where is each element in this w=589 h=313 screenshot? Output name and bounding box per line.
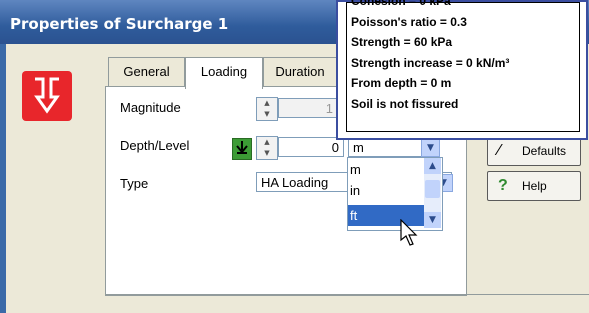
panel-border bbox=[105, 294, 589, 295]
unit-dropdown-list: m in ft ▲ ▼ bbox=[347, 157, 443, 231]
tooltip-line: Soil is not fissured bbox=[351, 96, 459, 111]
help-question-icon: ? bbox=[498, 177, 508, 194]
depth-spinner[interactable]: ▲ ▼ bbox=[256, 136, 278, 160]
tab-duration[interactable]: Duration bbox=[263, 57, 337, 86]
spin-up-icon: ▲ bbox=[264, 99, 270, 107]
soil-properties-tooltip: Cohesion = 0 kPa Poisson's ratio = 0.3 S… bbox=[336, 0, 588, 140]
scroll-up-icon[interactable]: ▲ bbox=[424, 158, 441, 174]
scroll-down-icon[interactable]: ▼ bbox=[424, 212, 441, 228]
type-value: HA Loading bbox=[261, 175, 329, 190]
depth-level-label: Depth/Level bbox=[120, 138, 190, 153]
defaults-button[interactable]: ⁄ Defaults bbox=[487, 136, 581, 166]
unit-option-m[interactable]: m bbox=[348, 159, 425, 180]
help-label: Help bbox=[522, 179, 547, 193]
depth-input[interactable]: 0 bbox=[278, 137, 344, 157]
tab-duration-label: Duration bbox=[275, 64, 325, 79]
tab-loading[interactable]: Loading bbox=[185, 57, 263, 89]
help-button[interactable]: ? Help bbox=[487, 171, 581, 201]
magnitude-label: Magnitude bbox=[120, 100, 181, 115]
tooltip-content: Cohesion = 0 kPa Poisson's ratio = 0.3 S… bbox=[346, 0, 580, 132]
tab-general[interactable]: General bbox=[108, 57, 185, 86]
tooltip-line: Strength increase = 0 kN/m³ bbox=[351, 55, 510, 70]
depth-arrow-icon[interactable] bbox=[232, 138, 252, 160]
spin-up-icon[interactable]: ▲ bbox=[257, 137, 277, 148]
properties-window: Properties of Surcharge 1 General Loadin… bbox=[0, 0, 589, 313]
dropdown-scrollbar[interactable]: ▲ ▼ bbox=[424, 158, 441, 228]
scroll-thumb[interactable] bbox=[425, 180, 440, 198]
spin-down-icon[interactable]: ▼ bbox=[257, 148, 277, 159]
tooltip-line: Strength = 60 kPa bbox=[351, 35, 453, 49]
window-title: Properties of Surcharge 1 bbox=[10, 15, 229, 33]
tooltip-line: Cohesion = 0 kPa bbox=[351, 0, 451, 8]
depth-unit-value: m bbox=[353, 140, 364, 155]
tab-loading-label: Loading bbox=[200, 64, 248, 79]
mouse-cursor-icon bbox=[399, 218, 421, 252]
chevron-down-icon[interactable]: ▼ bbox=[421, 139, 440, 157]
tooltip-line: Poisson's ratio = 0.3 bbox=[351, 14, 467, 29]
spin-down-icon: ▼ bbox=[264, 110, 270, 118]
unit-option-in[interactable]: in bbox=[348, 180, 425, 201]
defaults-label: Defaults bbox=[522, 144, 567, 158]
pencil-icon: ⁄ bbox=[498, 142, 501, 159]
type-label: Type bbox=[120, 176, 149, 191]
tab-general-label: General bbox=[123, 64, 170, 79]
magnitude-input: 1 bbox=[278, 98, 338, 118]
magnitude-spinner: ▲ ▼ bbox=[256, 97, 278, 121]
tooltip-line: From depth = 0 m bbox=[351, 76, 452, 90]
